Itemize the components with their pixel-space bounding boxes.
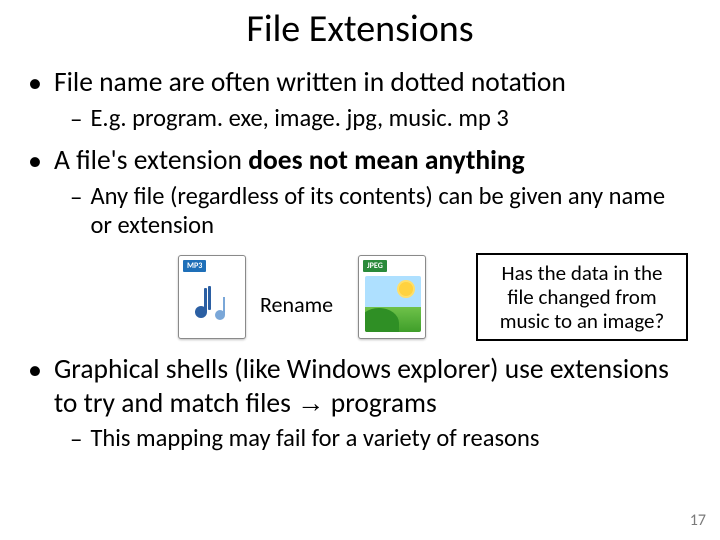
music-notes-icon [185,276,241,332]
sub-bullet-3: – This mapping may fail for a variety of… [70,424,692,454]
bullet-3: • Graphical shells (like Windows explore… [28,353,692,454]
dash-icon: – [70,424,82,454]
dash-icon: – [70,104,82,134]
sub-bullet-2: – Any file (regardless of its contents) … [70,182,692,241]
sub-bullet-1-text: E.g. program. exe, image. jpg, music. mp… [90,104,508,133]
sub-bullet-2-text: Any file (regardless of its contents) ca… [90,182,692,241]
bullet-2-text: A file's extension does not mean anythin… [54,144,525,177]
mp3-file-icon: MP3 [178,255,246,339]
bullet-1-text: File name are often written in dotted no… [54,66,566,99]
jpeg-file-icon: JPEG [358,255,426,339]
bullet-3-part-b: programs [325,387,437,420]
bullet-dot-icon: • [28,66,42,100]
bullet-2-part-c: does not mean anything [242,144,525,177]
bullet-2: • A file's extension does not mean anyth… [28,144,692,347]
slide: File Extensions • File name are often wr… [0,0,720,540]
bullet-3-text: Graphical shells (like Windows explorer)… [54,353,692,420]
slide-title: File Extensions [28,6,692,52]
mp3-tag: MP3 [183,260,206,272]
bullet-2-part-a: A file's [54,144,134,177]
bullet-2-extension: extension [134,144,242,177]
arrow-icon: → [297,387,325,418]
sub-bullet-1: – E.g. program. exe, image. jpg, music. … [70,104,692,134]
page-number: 17 [690,511,706,530]
bullet-dot-icon: • [28,353,42,387]
jpeg-tag: JPEG [363,260,387,272]
bullet-dot-icon: • [28,144,42,178]
rename-label: Rename [260,291,333,318]
bullet-list: • File name are often written in dotted … [28,66,692,454]
bullet-1: • File name are often written in dotted … [28,66,692,134]
illustration: MP3 Rename JPEG Has the data in the file… [178,251,688,347]
callout-box: Has the data in the file changed from mu… [476,253,688,341]
landscape-image-icon [365,276,421,332]
sub-bullet-3-text: This mapping may fail for a variety of r… [90,424,539,453]
dash-icon: – [70,182,82,212]
